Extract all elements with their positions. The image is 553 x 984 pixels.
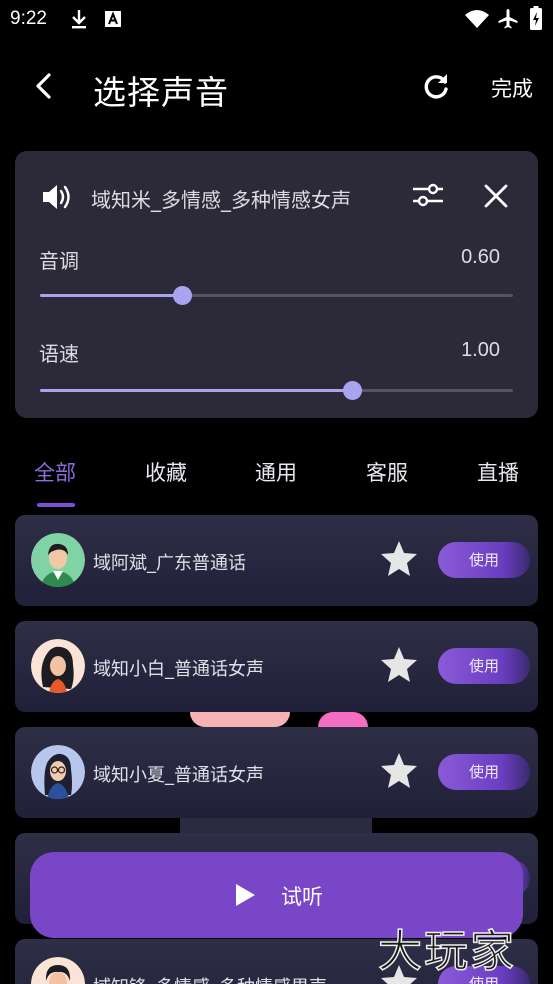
- use-button[interactable]: 使用: [438, 542, 530, 578]
- tab-all[interactable]: 全部: [34, 457, 76, 487]
- tab-customer-service[interactable]: 客服: [366, 457, 408, 487]
- favorite-star-icon[interactable]: [379, 646, 419, 684]
- use-button[interactable]: 使用: [438, 648, 530, 684]
- tab-favorites[interactable]: 收藏: [145, 457, 187, 487]
- status-time: 9:22: [10, 8, 47, 29]
- tab-general[interactable]: 通用: [255, 457, 297, 487]
- page-title: 选择声音: [93, 73, 229, 112]
- pitch-slider[interactable]: [40, 286, 513, 305]
- current-voice-panel: 域知米_多情感_多种情感女声 音调 0.60 语速 1.00: [15, 151, 538, 418]
- done-button[interactable]: 完成: [491, 73, 533, 103]
- voice-name: 域阿斌_广东普通话: [93, 553, 246, 574]
- woman-curly-avatar-icon: [31, 639, 85, 693]
- pitch-slider-fill: [40, 294, 182, 297]
- battery-icon: [530, 6, 542, 30]
- refresh-icon[interactable]: [420, 70, 452, 102]
- favorite-star-icon[interactable]: [379, 752, 419, 790]
- pitch-label: 音调: [39, 249, 79, 273]
- close-icon[interactable]: [484, 184, 508, 208]
- pitch-slider-thumb[interactable]: [172, 286, 192, 305]
- voice-list-item[interactable]: 域知小白_普通话女声 使用: [15, 621, 538, 712]
- voice-name: 域知小白_普通话女声: [93, 659, 264, 680]
- current-voice-name: 域知米_多情感_多种情感女声: [91, 188, 351, 212]
- man-avatar-icon: [31, 957, 85, 984]
- watermark: 大玩家: [377, 925, 516, 978]
- speed-slider-fill: [40, 389, 353, 392]
- text-a-icon: [105, 11, 121, 27]
- status-bar: 9:22: [0, 0, 553, 38]
- speaker-icon: [43, 185, 70, 209]
- category-tabs: 全部 收藏 通用 客服 直播: [0, 450, 553, 510]
- voice-name: 域知锋_多情感_多种情感男声: [93, 973, 327, 984]
- woman-glasses-avatar-icon: [31, 745, 85, 799]
- speed-label: 语速: [39, 342, 79, 366]
- play-icon: [236, 884, 255, 906]
- airplane-icon: [498, 9, 518, 29]
- speed-slider-thumb[interactable]: [343, 381, 363, 400]
- wifi-icon: [465, 10, 489, 28]
- listen-label: 试听: [281, 885, 323, 909]
- favorite-star-icon[interactable]: [379, 540, 419, 578]
- download-icon: [72, 10, 86, 29]
- background-illustration: [190, 712, 290, 727]
- background-illustration: [318, 712, 368, 727]
- voice-list-item[interactable]: 域知小夏_普通话女声 使用: [15, 727, 538, 818]
- voice-list-item[interactable]: 域阿斌_广东普通话 使用: [15, 515, 538, 606]
- background-illustration: [180, 818, 372, 833]
- man-avatar-icon: [31, 533, 85, 587]
- voice-name: 域知小夏_普通话女声: [93, 765, 264, 786]
- tab-live[interactable]: 直播: [477, 457, 519, 487]
- speed-slider[interactable]: [40, 381, 513, 400]
- top-app-bar: 选择声音 完成: [0, 52, 553, 122]
- adjust-sliders-icon[interactable]: [411, 181, 445, 209]
- tab-indicator: [37, 503, 75, 507]
- use-button[interactable]: 使用: [438, 754, 530, 790]
- speed-value: 1.00: [461, 339, 500, 361]
- back-arrow-icon[interactable]: [28, 70, 60, 102]
- pitch-value: 0.60: [461, 246, 500, 268]
